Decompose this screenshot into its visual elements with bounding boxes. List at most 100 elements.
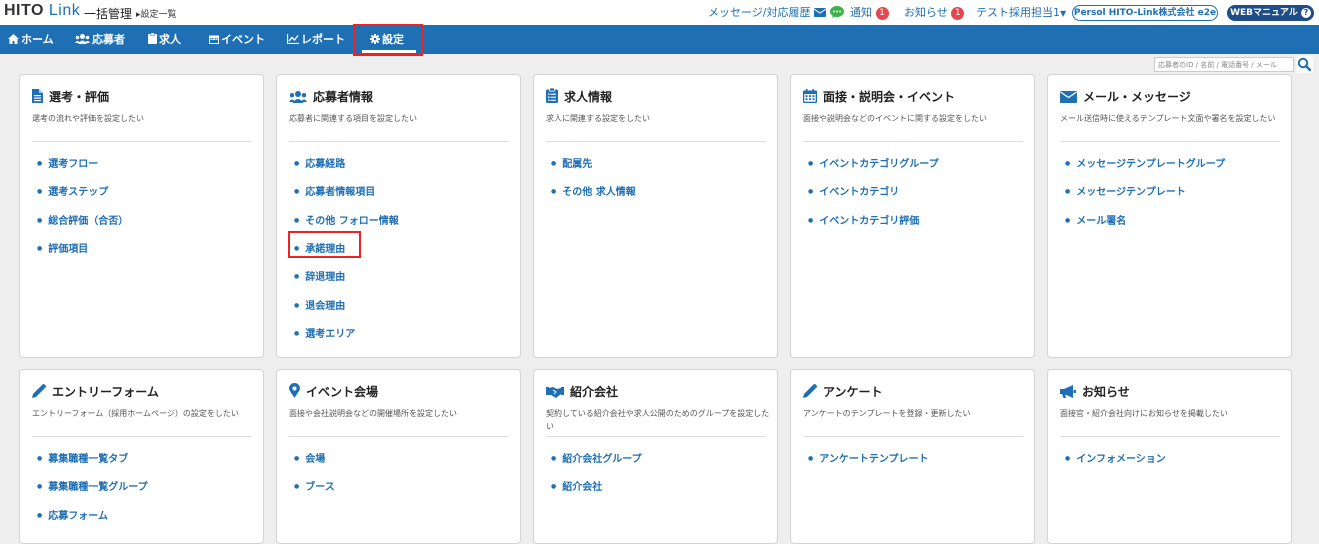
settings-link[interactable]: メッセージテンプレート <box>1065 183 1186 198</box>
settings-link[interactable]: 紹介会社グループ <box>551 450 641 465</box>
settings-card: 求人情報求人に関連する設定をしたい配属先その他 求人情報 <box>533 74 778 358</box>
home-icon <box>8 34 19 44</box>
company-switch-button[interactable]: Persol HITO-Link株式会社 e2e <box>1072 5 1218 21</box>
search-icon <box>1297 57 1312 72</box>
notification-link[interactable]: 通知 1 <box>850 4 889 20</box>
card-description: エントリーフォーム（採用ホームページ）の設定をしたい <box>32 409 239 418</box>
settings-link[interactable]: 応募経路 <box>294 155 345 170</box>
settings-link[interactable]: 応募者情報項目 <box>294 183 375 198</box>
question-circle-icon: ? <box>1300 8 1311 18</box>
card-divider <box>546 436 766 437</box>
nav-home[interactable]: ホーム <box>8 25 54 54</box>
applicant-search-input[interactable]: 応募者のID / 名前 / 電話番号 / メール <box>1154 57 1294 72</box>
settings-link[interactable]: 総合評価（合否） <box>37 212 128 227</box>
notification-badge: 1 <box>875 6 889 20</box>
users-icon <box>75 34 90 44</box>
settings-link[interactable]: その他 求人情報 <box>551 183 635 198</box>
settings-link[interactable]: 募集職種一覧タブ <box>37 450 128 465</box>
line-chart-icon <box>286 34 299 45</box>
nav-home-label: ホーム <box>21 33 54 46</box>
card-title: 紹介会社 <box>546 383 618 400</box>
nav-reports[interactable]: レポート <box>286 25 345 54</box>
card-title-label: 紹介会社 <box>570 385 619 399</box>
settings-link[interactable]: イベントカテゴリグループ <box>808 155 938 170</box>
nav-events-label: イベント <box>221 33 265 46</box>
settings-link[interactable]: 退会理由 <box>294 297 345 312</box>
card-title-label: お知らせ <box>1082 385 1130 399</box>
card-title: エントリーフォーム <box>32 383 159 400</box>
settings-card: アンケートアンケートのテンプレートを登録・更新したいアンケートテンプレート <box>790 369 1035 544</box>
nav-events[interactable]: イベント <box>209 25 265 54</box>
caret-down-icon: ▼ <box>1060 9 1067 18</box>
card-title: 選考・評価 <box>32 88 109 105</box>
user-menu[interactable]: テスト採用担当1▼ <box>976 4 1066 20</box>
settings-link[interactable]: イベントカテゴリ <box>808 183 899 198</box>
news-link[interactable]: お知らせ 1 <box>904 4 965 20</box>
settings-card: 紹介会社契約している紹介会社や求人公開のためのグループを設定したい紹介会社グルー… <box>533 369 778 544</box>
card-title-label: 面接・説明会・イベント <box>823 90 956 104</box>
settings-card: エントリーフォームエントリーフォーム（採用ホームページ）の設定をしたい募集職種一… <box>19 369 264 544</box>
pencil-icon <box>32 383 52 399</box>
card-title: アンケート <box>803 383 883 400</box>
card-description: アンケートのテンプレートを登録・更新したい <box>803 409 971 418</box>
news-badge: 1 <box>951 6 965 20</box>
nav-reports-label: レポート <box>301 33 345 46</box>
card-title: お知らせ <box>1060 383 1130 400</box>
settings-link[interactable]: メール署名 <box>1065 212 1126 227</box>
settings-highlight-box <box>353 24 423 56</box>
settings-link[interactable]: ブース <box>294 478 335 493</box>
card-divider <box>1060 436 1280 437</box>
notification-label: 通知 <box>850 6 872 19</box>
card-title-label: 応募者情報 <box>313 90 374 104</box>
logo-main: HITO <box>4 2 44 19</box>
message-history-label: メッセージ/対応履歴 <box>708 6 811 19</box>
card-description: 面接や会社説明会などの開催場所を設定したい <box>289 409 457 418</box>
settings-link[interactable]: その他 フォロー情報 <box>294 212 398 227</box>
settings-link[interactable]: 選考フロー <box>37 155 98 170</box>
card-divider <box>289 141 509 142</box>
page-title: 一括管理 <box>84 7 133 21</box>
settings-link[interactable]: インフォメーション <box>1065 450 1166 465</box>
card-divider <box>803 141 1023 142</box>
card-description: 面接や説明会などのイベントに関する設定をしたい <box>803 114 987 123</box>
document-icon <box>32 89 49 104</box>
card-description: 選考の流れや評価を設定したい <box>32 114 144 123</box>
users-icon <box>289 90 313 104</box>
breadcrumb-label: 設定一覧 <box>140 10 177 20</box>
search-button[interactable] <box>1296 56 1313 73</box>
card-divider <box>289 436 509 437</box>
settings-card: 応募者情報応募者に関連する項目を設定したい応募経路応募者情報項目その他 フォロー… <box>276 74 521 358</box>
settings-link[interactable]: 辞退理由 <box>294 268 345 283</box>
message-history-link[interactable]: メッセージ/対応履歴 <box>708 4 844 20</box>
nav-jobs[interactable]: 求人 <box>148 25 181 54</box>
settings-link[interactable]: 募集職種一覧グループ <box>37 478 147 493</box>
settings-link[interactable]: メッセージテンプレートグループ <box>1065 155 1225 170</box>
settings-link[interactable]: 紹介会社 <box>551 478 602 493</box>
web-manual-button[interactable]: WEBマニュアル ? <box>1227 5 1314 21</box>
settings-link[interactable]: 選考ステップ <box>37 183 108 198</box>
card-title-label: アンケート <box>823 385 883 399</box>
settings-link[interactable]: 選考エリア <box>294 325 355 340</box>
settings-link[interactable]: イベントカテゴリ評価 <box>808 212 919 227</box>
calendar-icon <box>803 89 823 104</box>
logo[interactable]: HITO Link <box>4 2 80 20</box>
settings-card: 選考・評価選考の流れや評価を設定したい選考フロー選考ステップ総合評価（合否） 評価… <box>19 74 264 358</box>
nav-applicants-label: 応募者 <box>92 33 125 46</box>
settings-link[interactable]: アンケートテンプレート <box>808 450 928 465</box>
nav-applicants[interactable]: 応募者 <box>75 25 125 54</box>
card-description: 応募者に関連する項目を設定したい <box>289 114 417 123</box>
settings-link[interactable]: 応募フォーム <box>37 507 108 522</box>
settings-link[interactable]: 会場 <box>294 450 325 465</box>
card-title-label: エントリーフォーム <box>52 385 159 399</box>
settings-link[interactable]: 評価項目 <box>37 240 88 255</box>
card-title: イベント会場 <box>289 383 378 400</box>
card-title-label: メール・メッセージ <box>1083 90 1191 104</box>
settings-link[interactable]: 配属先 <box>551 155 592 170</box>
news-label: お知らせ <box>904 6 948 19</box>
card-divider <box>803 436 1023 437</box>
clipboard-icon <box>148 32 157 44</box>
top-bar: HITO Link 一括管理 ▸設定一覧 メッセージ/対応履歴 通知 1 お知ら… <box>0 0 1319 25</box>
calendar-icon <box>209 35 219 44</box>
card-title: 応募者情報 <box>289 88 373 105</box>
main-nav: ホーム 応募者 求人 イベント レポート 設定 応募者のID / 名前 / 電話… <box>0 25 1319 73</box>
